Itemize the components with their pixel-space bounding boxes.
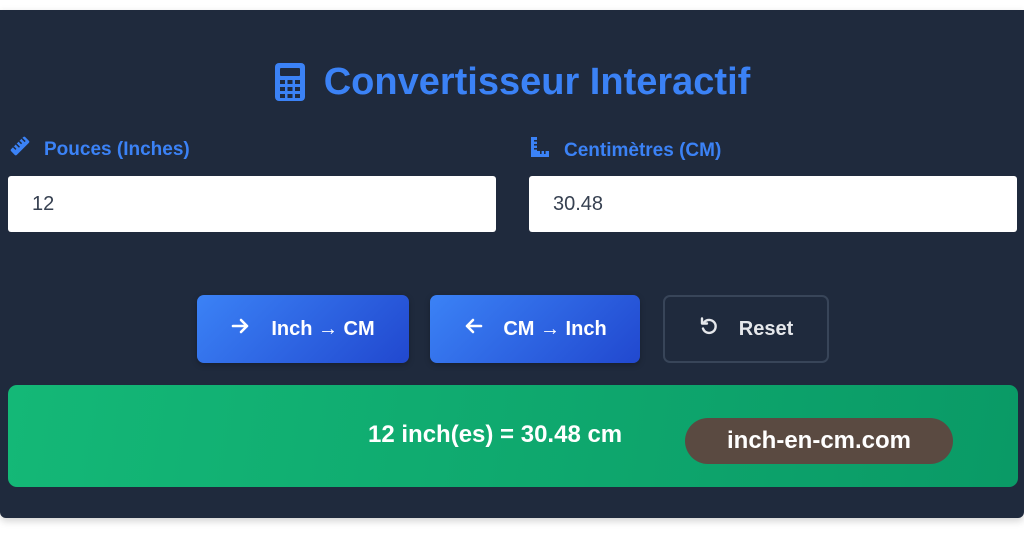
- reset-button[interactable]: Reset: [663, 295, 829, 363]
- inch-to-cm-label: Inch → CM: [271, 317, 375, 340]
- page-title-text: Convertisseur Interactif: [323, 61, 751, 103]
- arrow-left-icon: [463, 317, 483, 341]
- cm-input[interactable]: [529, 176, 1017, 232]
- cm-to-inch-label: CM → Inch: [503, 317, 607, 340]
- ruler-combined-icon: [530, 136, 550, 166]
- arrow-right-icon: [231, 317, 251, 341]
- cm-to-inch-button[interactable]: CM → Inch: [430, 295, 640, 363]
- result-banner: 12 inch(es) = 30.48 cm inch-en-cm.com: [8, 385, 1018, 487]
- converter-panel: Convertisseur Interactif Pouces (Inches): [0, 10, 1024, 518]
- inches-label-text: Pouces (Inches): [44, 139, 190, 160]
- inches-label: Pouces (Inches): [10, 136, 190, 164]
- inch-to-cm-button[interactable]: Inch → CM: [197, 295, 409, 363]
- page-title: Convertisseur Interactif: [0, 60, 1024, 104]
- ruler-icon: [10, 136, 30, 164]
- calculator-icon: [274, 62, 306, 102]
- cm-label-text: Centimètres (CM): [564, 140, 722, 161]
- cm-label: Centimètres (CM): [530, 136, 721, 166]
- inches-input[interactable]: [8, 176, 496, 232]
- site-watermark: inch-en-cm.com: [685, 418, 953, 464]
- reset-label: Reset: [738, 317, 794, 340]
- result-text: 12 inch(es) = 30.48 cm: [368, 421, 623, 448]
- undo-icon: [699, 316, 719, 342]
